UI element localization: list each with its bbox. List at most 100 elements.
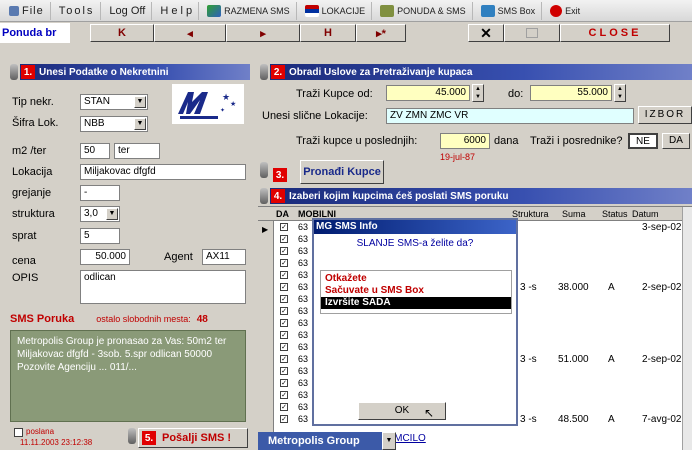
menu-ponuda-sms[interactable]: PONUDA & SMS [374, 1, 473, 20]
pin-icon [260, 64, 268, 80]
next-record-button[interactable]: ▸ [226, 24, 300, 42]
first-record-button[interactable]: K [90, 24, 154, 42]
sprat-input[interactable]: 5 [80, 228, 120, 244]
tip-value: STAN [84, 96, 110, 107]
row-checkbox[interactable]: ✓ [280, 415, 288, 423]
struktura-select[interactable]: 3,0 ▼ [80, 206, 120, 222]
row-mobile: 63 [298, 330, 309, 340]
option-sacuvate[interactable]: Sačuvate u SMS Box [321, 285, 511, 297]
do-spinner[interactable]: ▲ ▼ [614, 84, 626, 102]
row-checkbox[interactable]: ✓ [280, 367, 288, 375]
row-checkbox[interactable]: ✓ [280, 283, 288, 291]
poslednjih-input[interactable]: 6000 [440, 133, 490, 149]
send-sms-button[interactable]: 5. Pošalji SMS ! [138, 428, 248, 448]
row-status: A [608, 354, 615, 365]
row-checkbox[interactable]: ✓ [280, 223, 288, 231]
izbor-label: IZBOR [644, 109, 686, 120]
row-mobile: 63 [298, 270, 309, 280]
section5-number: 5. [142, 431, 156, 445]
opis-value: odlican [84, 272, 116, 283]
do-input[interactable]: 55.000 [530, 85, 612, 101]
row-mobile: 63 [298, 246, 309, 256]
row-checkbox[interactable]: ✓ [280, 355, 288, 363]
row-checkbox[interactable]: ✓ [280, 331, 288, 339]
menu-tools[interactable]: Tools [53, 1, 102, 20]
trazi-od-input[interactable]: 45.000 [386, 85, 470, 101]
sifra-value: NBB [84, 118, 105, 129]
grejanje-input[interactable]: - [80, 185, 120, 201]
menu-exit[interactable]: Exit [544, 2, 586, 20]
close-button[interactable]: CLOSE [560, 24, 670, 42]
row-checkbox[interactable]: ✓ [280, 235, 288, 243]
row-mobile: 63 [298, 222, 309, 232]
tip-select[interactable]: STAN ▼ [80, 94, 148, 110]
ponuda-number-label: Ponuda br [0, 23, 70, 43]
sms-timestamp: 11.11.2003 23:12:38 [20, 438, 93, 447]
cena-input[interactable]: 50.000 [80, 249, 130, 265]
row-struktura: 3 -s [520, 354, 537, 365]
file-icon [9, 5, 19, 16]
section1-title-text: Unesi Podatke o Nekretnini [39, 66, 169, 78]
menu-lokacije[interactable]: LOKACIJE [299, 1, 373, 20]
row-checkbox[interactable]: ✓ [280, 247, 288, 255]
ter-value: ter [118, 145, 130, 156]
row-mobile: 63 [298, 306, 309, 316]
company-dropdown[interactable]: ▼ [382, 432, 396, 450]
header-suma: Suma [562, 209, 586, 219]
option-otkazete[interactable]: Otkažete [321, 273, 511, 285]
row-status: A [608, 414, 615, 425]
poslana-checkbox[interactable] [14, 428, 23, 437]
ne-option[interactable]: NE [628, 133, 658, 149]
da-option[interactable]: DA [662, 133, 690, 149]
slicne-lokacije-input[interactable]: ZV ZMN ZMC VR [386, 108, 634, 124]
menu-file[interactable]: File [3, 1, 51, 20]
trazi-od-spinner[interactable]: ▲ ▼ [472, 84, 484, 102]
cena-value: 50.000 [95, 251, 126, 262]
delete-record-button[interactable]: ✕ [468, 24, 504, 42]
chevron-down-icon[interactable]: ▼ [134, 96, 146, 108]
menu-help[interactable]: H e l p [154, 1, 200, 20]
chevron-down-icon[interactable]: ▼ [106, 208, 118, 220]
sms-remaining-value: 48 [196, 313, 208, 325]
row-checkbox[interactable]: ✓ [280, 307, 288, 315]
row-checkbox[interactable]: ✓ [280, 403, 288, 411]
sms-message-text[interactable]: Metropolis Group je pronasao za Vas: 50m… [10, 330, 246, 422]
lokacija-input[interactable]: Miljakovac dfgfd [80, 164, 246, 180]
sms-info-dialog: MG SMS Info SLANJE SMS-a želite da? Otka… [312, 218, 518, 426]
m2-value: 50 [84, 145, 96, 156]
row-mobile: 63 [298, 258, 309, 268]
row-checkbox[interactable]: ✓ [280, 259, 288, 267]
chevron-down-icon[interactable]: ▼ [134, 118, 146, 130]
last-record-button[interactable]: H [300, 24, 356, 42]
option-izvrsite[interactable]: Izvršite SADA [321, 297, 511, 309]
print-button[interactable] [504, 24, 560, 42]
opis-textarea[interactable]: odlican [80, 270, 246, 304]
menu-logoff[interactable]: Log Off [103, 1, 153, 20]
new-record-label: ▸* [376, 27, 386, 40]
building-icon [380, 4, 395, 17]
poslana-label: poslana [26, 427, 55, 436]
pronadji-kupce-button[interactable]: Pronađi Kupce [300, 160, 384, 184]
row-checkbox[interactable]: ✓ [280, 343, 288, 351]
m2-input[interactable]: 50 [80, 143, 110, 159]
ter-input[interactable]: ter [114, 143, 160, 159]
izbor-button[interactable]: IZBOR [638, 106, 692, 124]
row-mobile: 63 [298, 318, 309, 328]
menu-exit-label: Exit [565, 5, 581, 16]
row-checkbox[interactable]: ✓ [280, 319, 288, 327]
sprat-value: 5 [84, 230, 90, 241]
row-checkbox[interactable]: ✓ [280, 379, 288, 387]
menu-sms-box[interactable]: SMS Box [475, 1, 543, 20]
sifra-select[interactable]: NBB ▼ [80, 116, 148, 132]
menu-razmena-sms[interactable]: RAZMENA SMS [201, 1, 297, 20]
prev-record-button[interactable]: ◂ [154, 24, 226, 42]
section2-title-text: Obradi Uslove za Pretraživanje kupaca [289, 66, 473, 78]
agent-input[interactable]: AX11 [202, 249, 246, 265]
dialog-options-list: Otkažete Sačuvate u SMS Box Izvršite SAD… [320, 270, 512, 314]
row-checkbox[interactable]: ✓ [280, 391, 288, 399]
m2-label: m2 /ter [12, 145, 47, 157]
row-mobile: 63 [298, 294, 309, 304]
row-checkbox[interactable]: ✓ [280, 271, 288, 279]
new-record-button[interactable]: ▸* [356, 24, 406, 42]
row-checkbox[interactable]: ✓ [280, 295, 288, 303]
